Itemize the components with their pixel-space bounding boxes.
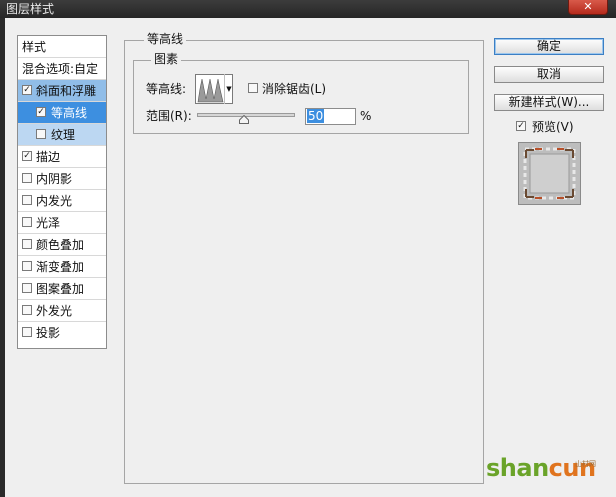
style-item-inner-shadow[interactable]: 内阴影: [18, 168, 106, 190]
style-item-stroke[interactable]: ✓ 描边: [18, 146, 106, 168]
checkbox-inner-glow[interactable]: [22, 195, 32, 205]
title-bar: [0, 0, 616, 18]
style-item-texture[interactable]: 纹理: [18, 124, 106, 146]
style-list: 样式 混合选项:自定 ✓ 斜面和浮雕 ✓ 等高线 纹理 ✓ 描边 内阴影 内发光…: [17, 35, 107, 349]
checkbox-pattern-overlay[interactable]: [22, 283, 32, 293]
style-item-drop-shadow[interactable]: 投影: [18, 322, 106, 344]
range-value: 50: [307, 109, 325, 123]
range-label: 范围(R):: [146, 109, 192, 123]
checkbox-satin[interactable]: [22, 217, 32, 227]
style-item-contour[interactable]: ✓ 等高线: [18, 102, 106, 124]
style-list-header[interactable]: 样式: [18, 36, 106, 58]
style-item-pattern-overlay[interactable]: 图案叠加: [18, 278, 106, 300]
preview-thumbnail-icon: [523, 147, 576, 200]
style-item-label: 等高线: [51, 106, 88, 120]
ok-button[interactable]: 确定: [494, 38, 604, 55]
checkbox-drop-shadow[interactable]: [22, 327, 32, 337]
style-item-color-overlay[interactable]: 颜色叠加: [18, 234, 106, 256]
style-item-label: 内发光: [36, 194, 73, 208]
close-button[interactable]: ✕: [568, 0, 608, 15]
checkbox-stroke[interactable]: ✓: [22, 151, 32, 161]
style-preview: [518, 142, 581, 205]
close-icon: ✕: [583, 0, 593, 13]
blend-options-item[interactable]: 混合选项:自定: [18, 58, 106, 80]
cancel-button[interactable]: 取消: [494, 66, 604, 83]
style-item-label: 描边: [36, 150, 61, 164]
checkbox-inner-shadow[interactable]: [22, 173, 32, 183]
range-unit: %: [360, 109, 372, 123]
checkbox-contour[interactable]: ✓: [36, 107, 46, 117]
style-item-label: 纹理: [51, 128, 76, 142]
slider-thumb-icon[interactable]: [239, 115, 249, 124]
style-item-label: 内阴影: [36, 172, 73, 186]
checkbox-color-overlay[interactable]: [22, 239, 32, 249]
checkbox-outer-glow[interactable]: [22, 305, 32, 315]
range-input[interactable]: 50: [305, 108, 356, 125]
style-item-label: 光泽: [36, 216, 61, 230]
antialias-label: 消除锯齿(L): [262, 82, 327, 96]
style-item-label: 图案叠加: [36, 282, 85, 296]
checkbox-texture[interactable]: [36, 129, 46, 139]
antialias-checkbox[interactable]: [248, 83, 258, 93]
preview-label: 预览(V): [532, 120, 574, 134]
style-item-satin[interactable]: 光泽: [18, 212, 106, 234]
preview-checkbox[interactable]: ✓: [516, 121, 526, 131]
contour-curve-icon: [197, 78, 224, 103]
watermark-part1: shan: [486, 454, 549, 482]
style-item-label: 外发光: [36, 304, 73, 318]
style-item-inner-glow[interactable]: 内发光: [18, 190, 106, 212]
checkbox-bevel-emboss[interactable]: ✓: [22, 85, 32, 95]
checkbox-gradient-overlay[interactable]: [22, 261, 32, 271]
contour-label: 等高线:: [146, 82, 187, 96]
style-item-label: 斜面和浮雕: [36, 84, 97, 98]
new-style-button[interactable]: 新建样式(W)...: [494, 94, 604, 111]
style-item-label: 渐变叠加: [36, 260, 85, 274]
elements-group-title: 图素: [151, 51, 182, 67]
dropdown-arrow-icon[interactable]: ▼: [224, 74, 233, 104]
style-item-label: 颜色叠加: [36, 238, 85, 252]
style-item-gradient-overlay[interactable]: 渐变叠加: [18, 256, 106, 278]
style-item-label: 投影: [36, 326, 61, 340]
watermark-subtitle: 山村网: [575, 460, 596, 468]
style-item-outer-glow[interactable]: 外发光: [18, 300, 106, 322]
contour-group-title: 等高线: [144, 31, 187, 47]
window-title: 图层样式: [6, 2, 55, 16]
style-item-bevel-emboss[interactable]: ✓ 斜面和浮雕: [18, 80, 106, 102]
